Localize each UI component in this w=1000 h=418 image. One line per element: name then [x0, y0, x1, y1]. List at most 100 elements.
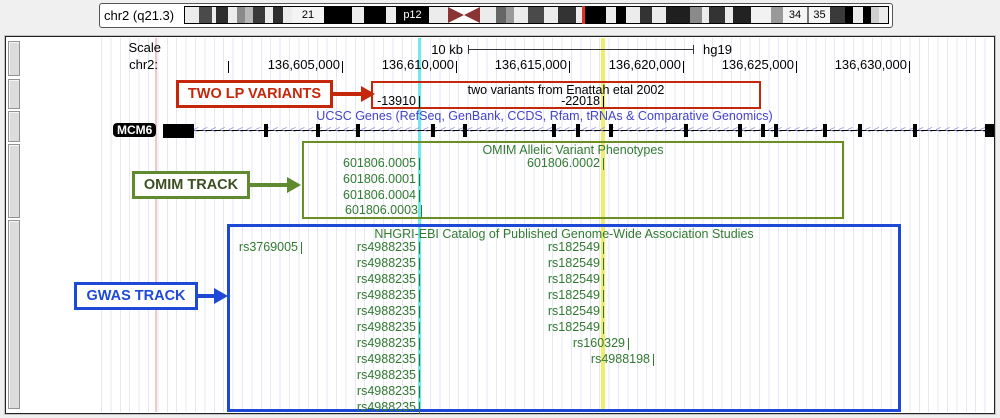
gwas-snp-label[interactable]: rs4988235	[357, 369, 416, 382]
gene-exon-tick	[431, 124, 435, 137]
gwas-snp-label[interactable]: rs4988235	[357, 321, 416, 334]
chromosome-band: 21	[292, 7, 324, 23]
omim-allele-label[interactable]: 601806.0002	[527, 157, 600, 170]
chromosome-band	[879, 7, 888, 23]
gene-exon-tick	[761, 124, 765, 137]
variant-label[interactable]: -13910	[377, 95, 416, 108]
item-tick	[419, 386, 420, 398]
chromosome-band	[185, 7, 199, 23]
chromosome-band	[273, 7, 283, 23]
gwas-snp-label[interactable]: rs182549	[548, 273, 600, 286]
annotation-gwas-track: GWAS TRACK	[74, 282, 198, 310]
chromosome-band	[253, 7, 265, 23]
chromosome-band: p12	[396, 7, 429, 23]
chromosome-band	[283, 7, 292, 23]
gwas-snp-label[interactable]: rs4988235	[357, 289, 416, 302]
chromosome-band	[584, 7, 606, 23]
item-tick	[419, 290, 420, 302]
coordinate-tick	[909, 61, 910, 73]
ucsc-genome-browser-screenshot: chr2 (q21.3) 21p123435 Scale chr2: 136,6…	[0, 0, 1000, 418]
gene-exon-tick	[463, 124, 467, 137]
coordinate-tick	[569, 61, 570, 73]
omim-allele-label[interactable]: 601806.0001	[343, 173, 416, 186]
coordinate-tick	[342, 61, 343, 73]
variant-label[interactable]: -22018	[561, 95, 600, 108]
genome-browser-panel: Scale chr2: 136,605,000136,610,000136,61…	[5, 36, 995, 414]
track-drag-handle[interactable]	[8, 41, 20, 76]
gene-exon-tick	[356, 124, 360, 137]
item-tick	[653, 354, 654, 366]
item-tick	[603, 242, 604, 254]
annotation-two-lp-variants-label: TWO LP VARIANTS	[188, 86, 321, 102]
gene-label-mcm6[interactable]: MCM6	[113, 123, 156, 137]
item-tick	[603, 96, 604, 108]
gene-exon-tick	[684, 124, 688, 137]
gene-exon-tick	[576, 124, 580, 137]
item-tick	[419, 274, 420, 286]
track-drag-handle[interactable]	[8, 220, 20, 409]
item-tick	[419, 258, 420, 270]
gwas-snp-label[interactable]: rs160329	[573, 337, 625, 350]
annotation-omim-track-label: OMIM TRACK	[144, 177, 238, 193]
gwas-snp-label[interactable]: rs4988235	[357, 257, 416, 270]
chromosome-band	[429, 7, 448, 23]
chromosome-band	[725, 7, 733, 23]
chromosome-band	[480, 7, 496, 23]
band-label: p12	[396, 8, 429, 22]
green-arrow	[250, 183, 287, 187]
gene-exon-tick	[264, 124, 268, 137]
track-drag-handle[interactable]	[8, 79, 20, 109]
gwas-snp-label[interactable]: rs4988235	[357, 401, 416, 414]
gwas-snp-label[interactable]: rs182549	[548, 289, 600, 302]
annotation-gwas-track-label: GWAS TRACK	[86, 288, 185, 304]
gwas-snp-label[interactable]: rs4988235	[357, 273, 416, 286]
item-tick	[419, 306, 420, 318]
gwas-snp-label[interactable]: rs182549	[548, 305, 600, 318]
chrom-label: chr2:	[129, 58, 158, 71]
guideline-pink	[155, 38, 157, 412]
item-tick	[419, 190, 420, 202]
green-arrow-head-icon	[287, 177, 301, 193]
coordinate-label: 136,620,000	[609, 58, 681, 71]
chromosome-band	[640, 7, 652, 23]
chromosome-ideogram[interactable]: chr2 (q21.3) 21p123435	[99, 3, 893, 28]
band-label: 35	[809, 8, 830, 22]
genes-track-title[interactable]: UCSC Genes (RefSeq, GenBank, CCDS, Rfam,…	[101, 110, 988, 123]
chromosome-band	[845, 7, 853, 23]
annotation-omim-track: OMIM TRACK	[132, 171, 250, 199]
item-tick	[301, 242, 302, 254]
chromosome-band	[496, 7, 506, 23]
chromosome-band	[666, 7, 690, 23]
gene-exon-tick	[823, 124, 827, 137]
coordinate-label: 136,630,000	[835, 58, 907, 71]
item-tick	[419, 242, 420, 254]
track-drag-handle[interactable]	[8, 144, 20, 218]
omim-allele-label[interactable]: 601806.0003	[345, 204, 418, 217]
chromosome-band	[199, 7, 212, 23]
gwas-snp-label[interactable]: rs4988235	[357, 241, 416, 254]
gwas-snp-label[interactable]: rs4988235	[357, 337, 416, 350]
chromosome-band: 35	[809, 7, 830, 23]
scale-bar-cap	[468, 45, 469, 54]
gwas-snp-label[interactable]: rs4988235	[357, 385, 416, 398]
coordinate-tick	[456, 61, 457, 73]
item-tick	[421, 205, 422, 217]
ideogram-band-bar[interactable]: 21p123435	[184, 6, 889, 24]
blue-arrow	[198, 294, 214, 298]
chromosome-band	[863, 7, 871, 23]
chromosome-band	[771, 7, 783, 23]
chromosome-band	[871, 7, 879, 23]
gwas-snp-label[interactable]: rs4988235	[357, 305, 416, 318]
gwas-snp-label[interactable]: rs182549	[548, 321, 600, 334]
centromere-icon	[464, 7, 480, 23]
omim-allele-label[interactable]: 601806.0005	[343, 157, 416, 170]
gwas-snp-label[interactable]: rs182549	[548, 257, 600, 270]
coordinate-tick	[796, 61, 797, 73]
omim-allele-label[interactable]: 601806.0004	[343, 189, 416, 202]
gwas-snp-label[interactable]: rs4988198	[591, 353, 650, 366]
item-tick	[419, 370, 420, 382]
gwas-snp-label[interactable]: rs3769005	[239, 241, 298, 254]
gwas-snp-label[interactable]: rs182549	[548, 241, 600, 254]
gwas-snp-label[interactable]: rs4988235	[357, 353, 416, 366]
track-drag-handle[interactable]	[8, 111, 20, 142]
